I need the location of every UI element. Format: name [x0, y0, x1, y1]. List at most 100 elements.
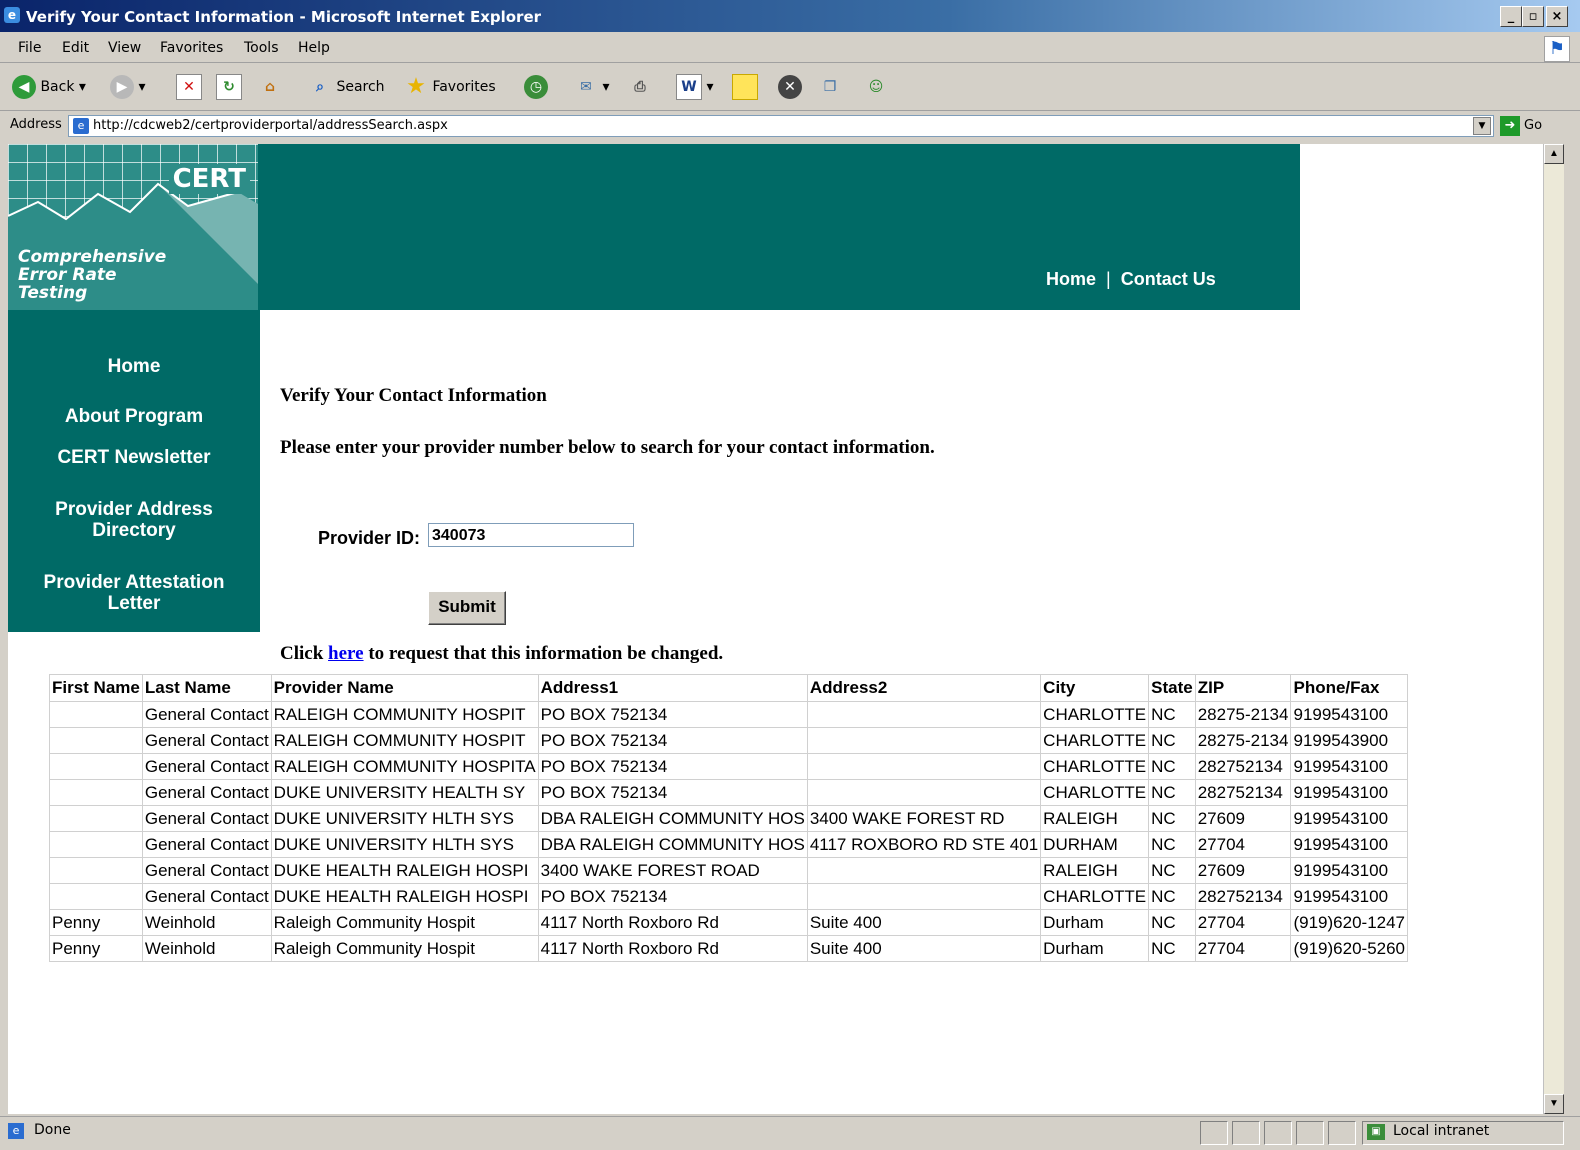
stop-button[interactable]: ✕ — [176, 74, 202, 100]
table-row: General Contact RALEIGH COMMUNITY HOSPIT P… — [49, 701, 1409, 728]
address-dropdown-icon[interactable]: ▼ — [1473, 117, 1491, 135]
table-cell: CHARLOTTE — [1040, 753, 1150, 780]
menu-favorites[interactable]: Favorites — [160, 40, 223, 56]
notes-button[interactable] — [732, 74, 758, 100]
logo-line-1: Comprehensive — [18, 247, 167, 267]
top-nav-contact[interactable]: Contact Us — [1121, 269, 1216, 289]
table-cell: Weinhold — [141, 935, 272, 962]
search-button[interactable]: ⌕ Search — [308, 74, 384, 100]
table-cell: Suite 400 — [806, 909, 1042, 936]
table-cell: DUKE UNIVERSITY HLTH SYS — [270, 805, 539, 832]
table-cell: PO BOX 752134 — [537, 779, 808, 806]
address-label: Address — [10, 117, 62, 132]
table-cell: 9199543900 — [1290, 727, 1409, 754]
table-cell — [49, 883, 143, 910]
minimize-button[interactable]: _ — [1500, 6, 1522, 27]
provider-id-input[interactable]: 340073 — [428, 523, 634, 547]
scroll-up-icon[interactable]: ▲ — [1544, 144, 1564, 164]
table-cell: PO BOX 752134 — [537, 727, 808, 754]
home-button[interactable]: ⌂ — [258, 74, 282, 100]
table-cell: DUKE UNIVERSITY HEALTH SY — [270, 779, 539, 806]
go-button[interactable]: ➜ Go — [1500, 115, 1542, 137]
table-cell — [49, 753, 143, 780]
table-cell: NC — [1148, 857, 1196, 884]
table-cell: 27609 — [1194, 805, 1292, 832]
menu-view[interactable]: View — [108, 40, 141, 56]
maximize-button[interactable]: ▫ — [1522, 6, 1544, 27]
menu-file[interactable]: File — [18, 40, 41, 56]
vertical-scrollbar[interactable]: ▲ ▼ — [1543, 144, 1564, 1114]
table-cell: 27704 — [1194, 909, 1292, 936]
top-nav: Home | Contact Us — [1046, 269, 1216, 290]
table-cell: General Contact — [141, 805, 272, 832]
forward-button[interactable]: ▶ ▾ — [110, 74, 145, 100]
table-cell — [806, 701, 1042, 728]
table-cell: DURHAM — [1040, 831, 1150, 858]
table-cell — [806, 883, 1042, 910]
table-cell — [806, 857, 1042, 884]
block-button[interactable]: ✕ — [778, 74, 802, 100]
scroll-down-icon[interactable]: ▼ — [1544, 1094, 1564, 1114]
table-row: Penny Weinhold Raleigh Community Hospit 411… — [49, 935, 1409, 962]
star-icon: ★ — [406, 74, 426, 99]
table-cell: RALEIGH COMMUNITY HOSPIT — [270, 727, 539, 754]
side-nav-cert-newsletter[interactable]: CERT Newsletter — [8, 447, 260, 468]
column-header: City — [1040, 674, 1150, 702]
column-header: Address1 — [537, 674, 808, 702]
page-title: Verify Your Contact Information — [280, 385, 547, 406]
side-nav-label: CERT Newsletter — [57, 447, 211, 468]
side-nav-provider-address-directory[interactable]: Provider Address Directory — [8, 499, 260, 541]
table-cell: NC — [1148, 779, 1196, 806]
table-cell: Penny — [49, 909, 143, 936]
change-request-link[interactable]: here — [328, 643, 364, 664]
instruction-text: Please enter your provider number below … — [280, 437, 935, 458]
logo-tagline: Comprehensive Error Rate Testing — [18, 248, 166, 302]
research-button[interactable]: ❐ — [818, 74, 842, 100]
refresh-button[interactable]: ↻ — [216, 74, 242, 100]
table-row: General Contact DUKE UNIVERSITY HLTH SYS D… — [49, 805, 1409, 832]
table-cell: NC — [1148, 753, 1196, 780]
column-header: Phone/Fax — [1290, 674, 1409, 702]
history-button[interactable]: ◷ — [524, 74, 548, 100]
menu-tools[interactable]: Tools — [244, 40, 279, 56]
table-cell — [49, 857, 143, 884]
history-icon: ◷ — [524, 75, 548, 99]
submit-button[interactable]: Submit — [428, 591, 506, 625]
provider-id-label: Provider ID: — [318, 528, 421, 548]
side-nav-provider-attestation-letter[interactable]: Provider Attestation Letter — [8, 572, 260, 614]
go-arrow-icon: ➜ — [1500, 115, 1520, 136]
table-cell: 9199543100 — [1290, 857, 1409, 884]
favorites-button[interactable]: ★ Favorites — [404, 74, 496, 100]
side-nav-home[interactable]: Home — [8, 356, 260, 377]
back-arrow-icon: ◀ — [12, 75, 36, 99]
print-button[interactable]: ⎙ — [628, 74, 652, 100]
table-cell: Durham — [1040, 909, 1150, 936]
table-cell — [49, 701, 143, 728]
side-nav-label: Home — [107, 356, 161, 377]
menu-edit[interactable]: Edit — [62, 40, 89, 56]
table-cell: NC — [1148, 909, 1196, 936]
back-label: Back — [40, 79, 75, 95]
table-cell: 4117 ROXBORO RD STE 401 — [806, 831, 1042, 858]
table-row: Penny Weinhold Raleigh Community Hospit 411… — [49, 909, 1409, 936]
table-cell: CHARLOTTE — [1040, 883, 1150, 910]
close-button[interactable]: × — [1546, 6, 1568, 27]
word-icon: W — [676, 74, 702, 100]
table-cell: General Contact — [141, 753, 272, 780]
side-nav-about-program[interactable]: About Program — [8, 406, 260, 427]
messenger-button[interactable]: ☺ — [864, 74, 888, 100]
top-nav-home[interactable]: Home — [1046, 269, 1096, 289]
table-cell: General Contact — [141, 831, 272, 858]
page-done-icon: e — [8, 1123, 24, 1139]
back-button[interactable]: ◀ Back ▾ — [12, 74, 86, 100]
table-row: General Contact RALEIGH COMMUNITY HOSPITA… — [49, 753, 1409, 780]
address-input[interactable]: e http://cdcweb2/certproviderportal/addre… — [68, 115, 1494, 137]
table-cell: General Contact — [141, 883, 272, 910]
column-header: Address2 — [806, 674, 1042, 702]
edit-button[interactable]: W ▾ — [676, 74, 713, 100]
mail-button[interactable]: ✉ ▾ — [574, 74, 609, 100]
standard-toolbar: ◀ Back ▾ ▶ ▾ ✕ ↻ ⌂ ⌕ Search ★ Favorites … — [0, 64, 1580, 111]
status-pane — [1264, 1121, 1292, 1145]
table-cell: RALEIGH — [1040, 857, 1150, 884]
menu-help[interactable]: Help — [298, 40, 330, 56]
